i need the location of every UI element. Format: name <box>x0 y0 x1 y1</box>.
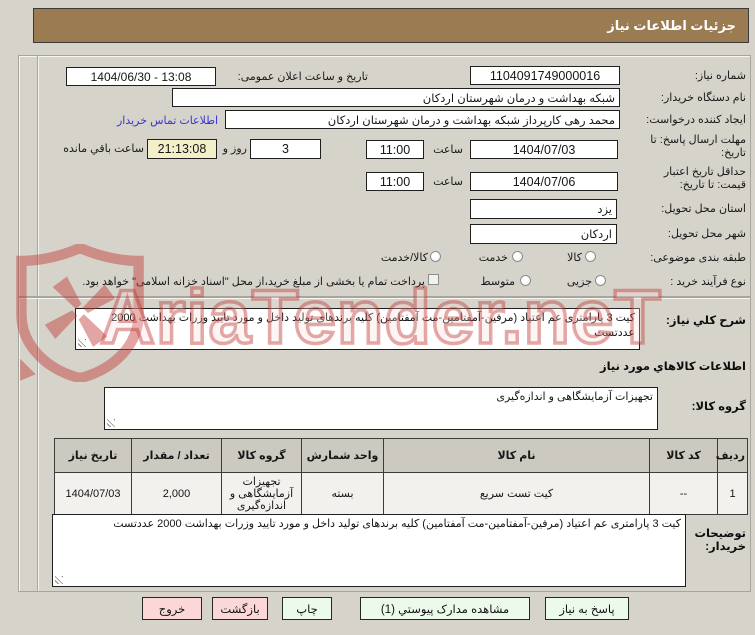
category-radio-service[interactable] <box>512 251 523 262</box>
process-radio-minor[interactable] <box>595 275 606 286</box>
countdown-suffix-label: ساعت باقي مانده <box>63 143 144 155</box>
buyer-notes-label: توضیحات خریدار: <box>694 528 747 553</box>
section-divider <box>19 296 750 298</box>
city-value: اردکان <box>580 229 612 241</box>
process-radio-medium[interactable] <box>520 275 531 286</box>
announce-label: تاریخ و ساعت اعلان عمومی: <box>237 71 368 83</box>
deadline-time-value: 11:00 <box>379 142 411 157</box>
category-radio-goods-service[interactable] <box>430 251 441 262</box>
goods-table-row: 1 -- کیت تست سریع بسته تجهیزات آزمایشگاه… <box>54 472 748 515</box>
category-radio-goods[interactable] <box>585 251 596 262</box>
countdown-days-label: روز و <box>222 143 247 155</box>
goods-group-value: تجهیزات آزمایشگاهی و اندازه‌گیری <box>496 391 653 403</box>
creator-label: ایجاد کننده درخواست: <box>646 114 746 126</box>
province-value: یزد <box>597 204 612 216</box>
resize-grip-icon[interactable] <box>107 419 115 427</box>
col-header-quantity: تعداد / مقدار <box>131 438 222 473</box>
process-option-minor: جزیی <box>566 276 592 288</box>
view-attachments-button[interactable]: مشاهده مدارک پیوستي (1) <box>360 597 530 620</box>
city-label: شهر محل تحویل: <box>667 228 746 240</box>
respond-button[interactable]: پاسخ به نیاز <box>545 597 629 620</box>
validity-time-field[interactable]: 11:00 <box>366 172 424 191</box>
treasury-checkbox-label: پرداخت تمام یا بخشی از مبلغ خرید،از محل … <box>82 276 425 288</box>
cell-item-name: کیت تست سریع <box>383 472 650 515</box>
buyer-org-value: شبکه بهداشت و درمان شهرستان اردکان <box>422 92 615 105</box>
countdown-time-value: 21:13:08 <box>157 142 207 156</box>
countdown-time-field: 21:13:08 <box>147 139 217 159</box>
goods-table: ردیف کد کالا نام کالا واحد شمارش گروه کا… <box>54 438 748 515</box>
buyer-notes-value: کیت 3 پارامتری عم اعتیاد (مرفین-آمفتامین… <box>113 518 681 530</box>
province-field[interactable]: یزد <box>470 199 617 219</box>
creator-field[interactable]: محمد رهی کارپرداز شبکه بهداشت و درمان شه… <box>225 110 620 129</box>
back-button[interactable]: بازگشت <box>212 597 268 620</box>
deadline-date-field[interactable]: 1404/07/03 <box>470 140 618 159</box>
treasury-checkbox[interactable] <box>428 274 439 285</box>
category-label: طبقه بندی موضوعی: <box>650 252 746 264</box>
deadline-hour-label: ساعت <box>433 144 463 156</box>
col-header-need-date: تاریخ نیاز <box>54 438 132 473</box>
buyer-org-label: نام دستگاه خریدار: <box>660 92 746 104</box>
cell-row-number: 1 <box>717 472 748 515</box>
buyer-org-field[interactable]: شبکه بهداشت و درمان شهرستان اردکان <box>172 88 620 107</box>
announce-value: 1404/06/30 - 13:08 <box>90 69 192 84</box>
window-title-bar: جزئیات اطلاعات نیاز <box>33 8 749 43</box>
countdown-days-value: 3 <box>282 142 289 156</box>
need-number-field[interactable]: 1104091749000016 <box>470 66 620 85</box>
col-header-item-code: کد کالا <box>649 438 718 473</box>
need-number-label: شماره نیاز: <box>694 70 746 82</box>
validity-date-field[interactable]: 1404/07/06 <box>470 172 618 191</box>
panel-inner-border <box>37 56 38 591</box>
city-field[interactable]: اردکان <box>470 224 617 244</box>
cell-unit: بسته <box>301 472 384 515</box>
deadline-date-value: 1404/07/03 <box>512 142 576 157</box>
col-header-group: گروه کالا <box>221 438 302 473</box>
validity-date-value: 1404/07/06 <box>512 174 576 189</box>
col-header-unit: واحد شمارش <box>301 438 384 473</box>
description-value: کیت 3 پارامتری عم اعتیاد (مرفین-آمفتامین… <box>111 312 635 339</box>
goods-table-header-row: ردیف کد کالا نام کالا واحد شمارش گروه کا… <box>54 438 748 473</box>
validity-hour-label: ساعت <box>433 176 463 188</box>
cell-group: تجهیزات آزمایشگاهی و اندازه‌گیری <box>221 472 302 515</box>
page: { "header": { "title": "جزئیات اطلاعات ن… <box>0 0 755 635</box>
validity-time-value: 11:00 <box>379 174 411 189</box>
deadline-time-field[interactable]: 11:00 <box>366 140 424 159</box>
col-header-item-name: نام کالا <box>383 438 650 473</box>
process-option-medium: متوسط <box>480 276 515 288</box>
resize-grip-icon[interactable] <box>78 339 86 347</box>
goods-group-field[interactable]: تجهیزات آزمایشگاهی و اندازه‌گیری <box>104 387 658 430</box>
resize-grip-icon[interactable] <box>55 576 63 584</box>
category-option-goods: کالا <box>567 252 582 264</box>
cell-quantity: 2,000 <box>131 472 222 515</box>
cell-item-code: -- <box>649 472 718 515</box>
cell-need-date: 1404/07/03 <box>54 472 132 515</box>
page-title: جزئیات اطلاعات نیاز <box>607 17 736 33</box>
goods-group-label: گروه کالا: <box>691 401 746 413</box>
col-header-row-number: ردیف <box>716 438 748 473</box>
buyer-contact-link[interactable]: اطلاعات تماس خریدار <box>117 114 218 127</box>
description-label: شرح کلي نیاز: <box>666 315 746 327</box>
deadline-label: مهلت ارسال پاسخ: تا تاریخ: <box>650 134 746 159</box>
validity-label: حداقل تاریخ اعتبار قیمت: تا تاریخ: <box>663 166 746 191</box>
creator-value: محمد رهی کارپرداز شبکه بهداشت و درمان شه… <box>327 114 615 127</box>
category-option-goods-service: کالا/خدمت <box>380 252 428 264</box>
province-label: استان محل تحویل: <box>661 203 746 215</box>
buyer-notes-textarea[interactable]: کیت 3 پارامتری عم اعتیاد (مرفین-آمفتامین… <box>52 514 686 587</box>
process-label: نوع فرآیند خرید : <box>670 276 746 288</box>
category-option-service: خدمت <box>478 252 508 264</box>
description-textarea[interactable]: کیت 3 پارامتری عم اعتیاد (مرفین-آمفتامین… <box>75 308 640 350</box>
announce-field[interactable]: 1404/06/30 - 13:08 <box>66 67 216 86</box>
countdown-days-field: 3 <box>250 139 321 159</box>
goods-section-title: اطلاعات کالاهاي مورد نیاز <box>599 361 746 373</box>
exit-button[interactable]: خروج <box>142 597 202 620</box>
need-number-value: 1104091749000016 <box>489 68 601 83</box>
print-button[interactable]: چاپ <box>282 597 332 620</box>
